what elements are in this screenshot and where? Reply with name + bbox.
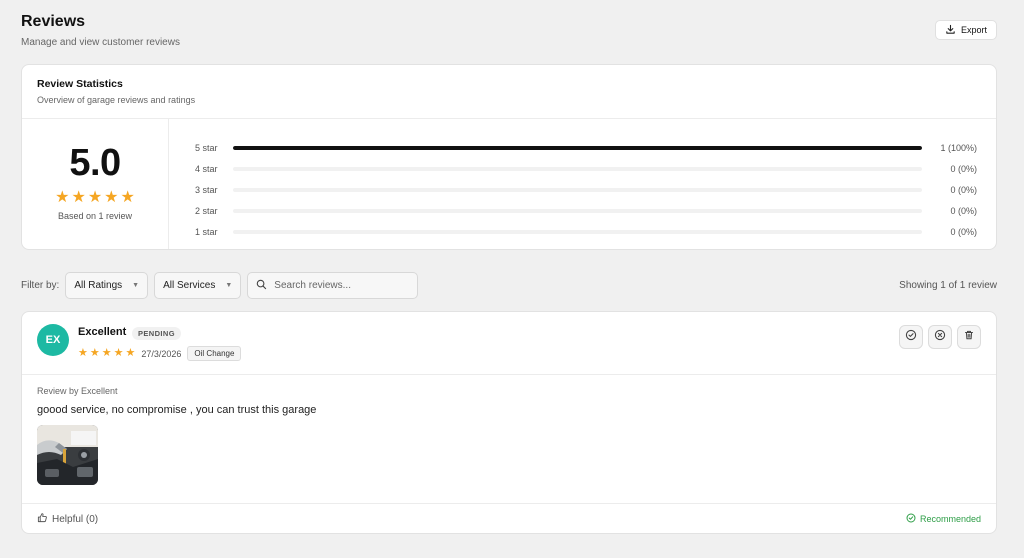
thumbs-up-icon — [37, 512, 48, 526]
star-icon: ★ — [101, 347, 112, 359]
rating-filter-select[interactable]: All Ratings ▼ — [65, 272, 149, 299]
filter-label: Filter by: — [21, 280, 60, 291]
stats-body: 5.0 ★ ★ ★ ★ ★ Based on 1 review 5 star 1 (10… — [22, 119, 996, 249]
distribution-count: 0 (0%) — [950, 205, 977, 216]
trash-icon — [963, 328, 975, 346]
distribution-label: 4 star — [195, 163, 218, 174]
recommended-badge: Recommended — [906, 513, 981, 525]
stats-title: Review Statistics — [37, 78, 123, 90]
filter-bar: Filter by: All Ratings ▼ All Services ▼ … — [21, 272, 997, 299]
distribution-row: 1 star 0 (0%) — [195, 221, 977, 242]
search-icon — [256, 277, 267, 295]
page-subtitle: Manage and view customer reviews — [21, 37, 180, 48]
avatar: EX — [37, 324, 69, 356]
helpful-label: Helpful (0) — [52, 513, 99, 525]
review-by: Review by Excellent — [37, 386, 118, 396]
distribution-bar — [233, 166, 922, 171]
chevron-down-icon: ▼ — [225, 282, 233, 289]
recommended-label: Recommended — [919, 514, 981, 524]
reject-button[interactable] — [928, 325, 952, 349]
helpful-button[interactable]: Helpful (0) — [37, 512, 98, 526]
service-filter-select[interactable]: All Services ▼ — [154, 272, 242, 299]
review-text: goood service, no compromise , you can t… — [37, 404, 317, 416]
distribution-count: 1 (100%) — [940, 142, 977, 153]
distribution-label: 3 star — [195, 184, 218, 195]
star-icon: ★ — [89, 347, 100, 359]
average-rating: 5.0 — [69, 142, 121, 184]
star-icon: ★ — [113, 347, 124, 359]
export-button[interactable]: Export — [934, 20, 997, 40]
check-circle-icon — [906, 513, 916, 525]
stats-subtitle: Overview of garage reviews and ratings — [37, 95, 196, 105]
review-header: EX Excellent PENDING ★ ★ ★ ★ ★ 27/3/2026 Oil… — [22, 312, 996, 375]
reviewer-name: Excellent — [78, 326, 127, 338]
distribution-bar — [233, 208, 922, 213]
star-icon: ★ — [78, 347, 88, 359]
showing-count: Showing 1 of 1 review — [899, 280, 997, 291]
review-footer: Helpful (0) Recommended — [22, 504, 996, 534]
search-input[interactable] — [274, 280, 405, 291]
delete-button[interactable] — [957, 325, 981, 349]
distribution-bar — [233, 229, 922, 234]
distribution-bar — [233, 187, 922, 192]
star-icon: ★ — [104, 189, 119, 206]
approve-button[interactable] — [899, 325, 923, 349]
distribution-count: 0 (0%) — [950, 226, 977, 237]
distribution-row: 4 star 0 (0%) — [195, 158, 977, 179]
review-stars: ★ ★ ★ ★ ★ — [78, 348, 136, 359]
review-date: 27/3/2026 — [141, 348, 182, 359]
star-icon: ★ — [125, 347, 136, 359]
distribution-label: 2 star — [195, 205, 218, 216]
distribution-row: 3 star 0 (0%) — [195, 179, 977, 200]
page-title: Reviews — [21, 13, 86, 30]
review-photo[interactable] — [37, 425, 98, 485]
star-icon: ★ — [120, 189, 135, 206]
distribution-row: 2 star 0 (0%) — [195, 200, 977, 221]
check-circle-icon — [905, 328, 917, 346]
rating-filter-value: All Ratings — [74, 280, 123, 291]
distribution-label: 1 star — [195, 226, 218, 237]
summary-stars: ★ ★ ★ ★ ★ — [55, 190, 135, 206]
review-meta: ★ ★ ★ ★ ★ 27/3/2026 Oil Change — [78, 346, 242, 361]
review-body: Review by Excellent goood service, no co… — [22, 375, 996, 504]
x-circle-icon — [934, 328, 946, 346]
engine-oil-photo — [37, 425, 98, 485]
review-actions — [899, 325, 981, 349]
service-tag: Oil Change — [187, 346, 242, 361]
based-on-text: Based on 1 review — [57, 211, 133, 221]
review-card: EX Excellent PENDING ★ ★ ★ ★ ★ 27/3/2026 Oil… — [21, 311, 997, 534]
search-box — [247, 272, 419, 299]
star-icon: ★ — [87, 189, 103, 206]
service-filter-value: All Services — [163, 280, 216, 291]
rating-distribution: 5 star 1 (100%) 4 star 0 (0%) 3 star 0 (… — [169, 119, 996, 249]
stats-header: Review Statistics Overview of garage rev… — [22, 65, 996, 119]
distribution-bar — [233, 145, 922, 150]
distribution-bar-fill — [233, 145, 922, 150]
status-badge: PENDING — [132, 327, 181, 340]
download-icon — [945, 24, 956, 37]
chevron-down-icon: ▼ — [132, 282, 140, 289]
distribution-row: 5 star 1 (100%) — [195, 137, 977, 158]
page-header: Reviews Manage and view customer reviews… — [21, 12, 997, 52]
distribution-count: 0 (0%) — [950, 163, 977, 174]
export-label: Export — [960, 25, 987, 35]
rating-summary: 5.0 ★ ★ ★ ★ ★ Based on 1 review — [22, 119, 169, 249]
distribution-count: 0 (0%) — [950, 184, 977, 195]
star-icon: ★ — [71, 189, 86, 206]
distribution-label: 5 star — [195, 142, 218, 153]
review-statistics-card: Review Statistics Overview of garage rev… — [21, 64, 997, 250]
star-icon: ★ — [55, 189, 70, 206]
